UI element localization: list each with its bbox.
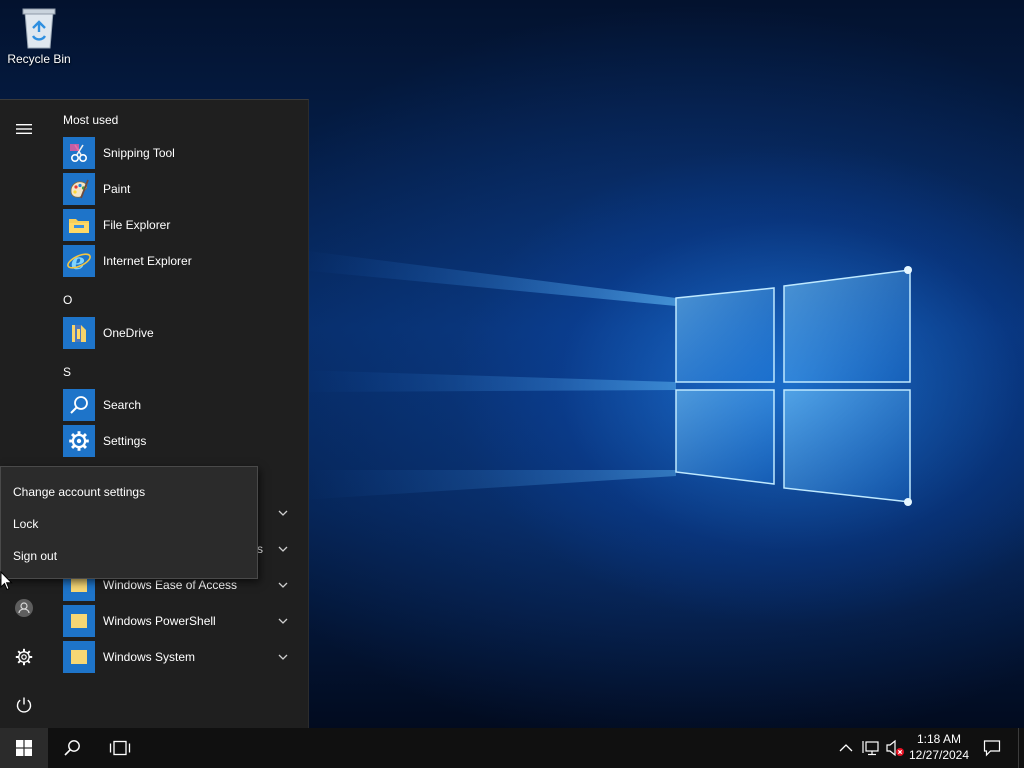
volume-button[interactable] [885,738,905,758]
sign-out-item[interactable]: Sign out [2,541,257,571]
chevron-up-icon [839,744,853,752]
windows-logo-icon [16,740,32,756]
app-label: Windows Ease of Access [103,578,238,592]
user-icon [15,599,33,617]
app-label: OneDrive [103,326,154,340]
app-label: Snipping Tool [103,146,175,160]
taskbar: 1:18 AM 12/27/2024 [0,728,1024,768]
chevron-down-icon[interactable] [277,579,289,591]
hamburger-icon [16,124,32,134]
volume-muted-icon [886,739,904,757]
folder-windows-powershell[interactable]: Windows PowerShell [63,604,303,638]
chevron-down-icon[interactable] [277,507,289,519]
expand-menu-button[interactable] [0,107,48,151]
search-icon [63,389,95,421]
app-list: Most used Snipping Tool Paint File Explo… [48,100,308,728]
folder-icon [63,209,95,241]
app-label: Paint [103,182,131,196]
show-desktop-button[interactable] [1018,728,1024,768]
app-label: File Explorer [103,218,171,232]
account-context-menu: Change account settings Lock Sign out [0,466,258,579]
mouse-cursor-icon [0,571,13,591]
show-hidden-icons-button[interactable] [836,738,856,758]
svg-text:e: e [71,249,85,274]
account-button[interactable] [0,586,48,630]
onedrive-icon [63,317,95,349]
app-search[interactable]: Search [63,388,303,422]
recycle-bin-icon [22,8,56,49]
task-view-button[interactable] [96,728,144,768]
app-label: Windows System [103,650,196,664]
recycle-bin-desktop-icon[interactable]: Recycle Bin [4,6,74,76]
clock-date: 12/27/2024 [908,748,970,762]
app-label: Settings [103,434,147,448]
start-menu: Most used Snipping Tool Paint File Explo… [0,99,309,728]
change-account-settings-item[interactable]: Change account settings [2,477,257,507]
app-onedrive[interactable]: OneDrive [63,316,303,350]
group-o-header[interactable]: O [63,293,72,307]
folder-icon [63,605,95,637]
taskbar-search-button[interactable] [48,728,96,768]
notification-icon [983,740,1001,757]
palette-icon [63,173,95,205]
group-s-header[interactable]: S [63,365,71,379]
ie-icon: e [63,245,95,277]
lock-item[interactable]: Lock [2,509,257,539]
app-label: Internet Explorer [103,254,192,268]
start-button[interactable] [0,728,48,768]
chevron-down-icon[interactable] [277,615,289,627]
app-internet-explorer[interactable]: e Internet Explorer [63,244,303,278]
scissors-icon [63,137,95,169]
network-icon [862,741,879,756]
clock-time: 1:18 AM [916,732,962,746]
power-icon [16,697,32,713]
app-settings[interactable]: Settings [63,424,303,458]
app-label: Search [103,398,142,412]
app-file-explorer[interactable]: File Explorer [63,208,303,242]
chevron-down-icon[interactable] [277,543,289,555]
chevron-down-icon[interactable] [277,651,289,663]
most-used-header: Most used [63,113,119,127]
start-menu-rail [0,100,48,728]
gear-icon [63,425,95,457]
folder-windows-system[interactable]: Windows System [63,640,303,674]
taskbar-clock[interactable]: 1:18 AM 12/27/2024 [906,731,972,765]
app-label: Windows PowerShell [103,614,216,628]
power-button[interactable] [0,683,48,727]
folder-icon [63,641,95,673]
gear-icon [15,648,33,666]
app-paint[interactable]: Paint [63,172,303,206]
recycle-bin-label: Recycle Bin [7,52,71,66]
app-snipping-tool[interactable]: Snipping Tool [63,136,303,170]
settings-rail-button[interactable] [0,635,48,679]
task-view-icon [109,740,131,756]
search-icon [64,740,80,756]
network-status-button[interactable] [861,738,881,758]
action-center-button[interactable] [982,738,1002,758]
